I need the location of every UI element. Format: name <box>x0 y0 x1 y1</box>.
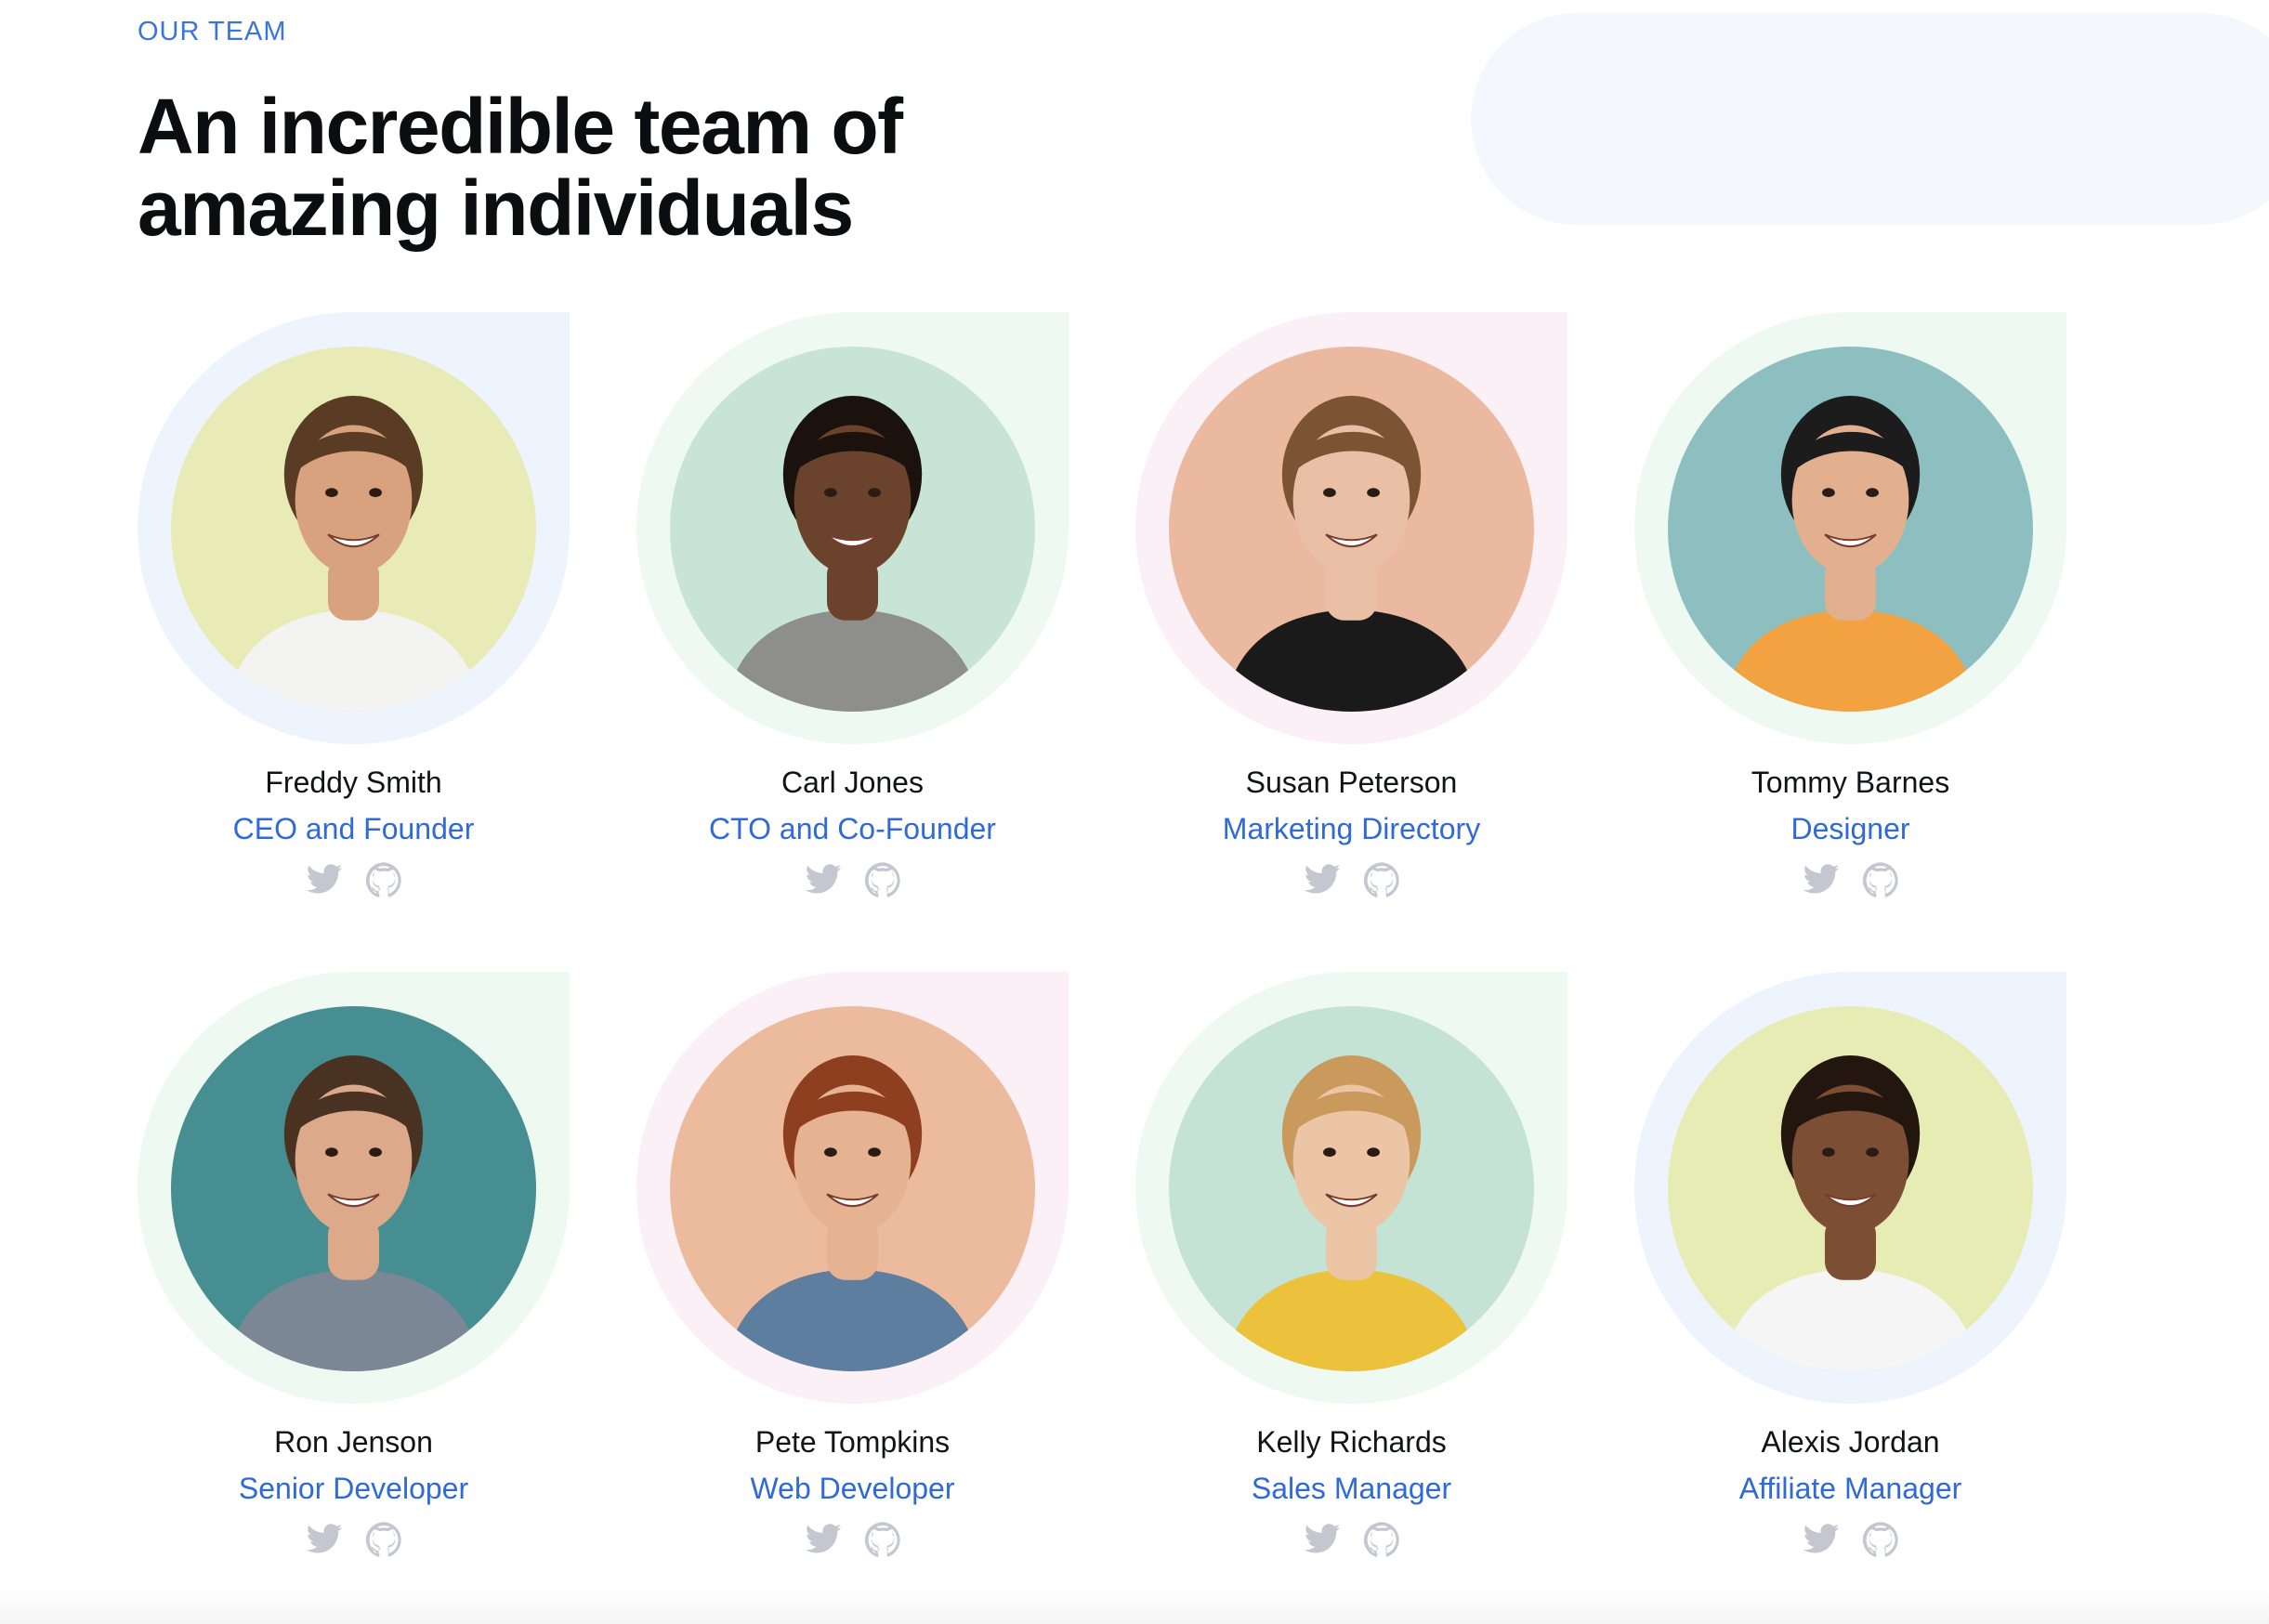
team-member-card: Kelly Richards Sales Manager <box>1135 972 1567 1568</box>
avatar-photo <box>171 347 536 712</box>
member-role[interactable]: Web Developer <box>636 1472 1069 1506</box>
team-member-card: Ron Jenson Senior Developer <box>138 972 570 1568</box>
github-icon[interactable] <box>1861 860 1900 899</box>
twitter-icon[interactable] <box>804 860 843 899</box>
member-name: Kelly Richards <box>1256 1425 1447 1459</box>
github-glyph <box>365 862 401 897</box>
github-glyph <box>1363 862 1399 897</box>
github-icon[interactable] <box>364 860 403 899</box>
member-name: Freddy Smith <box>265 766 442 799</box>
github-icon[interactable] <box>1362 1520 1401 1559</box>
social-links <box>636 860 1069 899</box>
member-role[interactable]: CEO and Founder <box>138 812 570 846</box>
twitter-icon[interactable] <box>1303 1520 1342 1559</box>
team-section: OUR TEAM An incredible team of amazing i… <box>0 0 2269 1624</box>
github-glyph <box>1363 1522 1399 1557</box>
social-links <box>636 1520 1069 1559</box>
social-links <box>1634 1520 2066 1559</box>
twitter-icon[interactable] <box>1802 1520 1841 1559</box>
social-links <box>1135 860 1567 899</box>
member-name: Alexis Jordan <box>1761 1425 1940 1459</box>
twitter-icon[interactable] <box>305 1520 344 1559</box>
social-links <box>138 1520 570 1559</box>
twitter-glyph <box>1304 1524 1340 1553</box>
github-icon[interactable] <box>1861 1520 1900 1559</box>
member-role[interactable]: Senior Developer <box>138 1472 570 1506</box>
twitter-glyph <box>805 1524 841 1553</box>
member-role[interactable]: Designer <box>1634 812 2066 846</box>
twitter-glyph <box>1803 864 1839 894</box>
github-icon[interactable] <box>364 1520 403 1559</box>
twitter-icon[interactable] <box>305 860 344 899</box>
social-links <box>138 860 570 899</box>
twitter-glyph <box>306 1524 342 1553</box>
team-member-card: Tommy Barnes Designer <box>1634 312 2066 909</box>
team-member-card: Susan Peterson Marketing Directory <box>1135 312 1567 909</box>
team-member-card: Alexis Jordan Affiliate Manager <box>1634 972 2066 1568</box>
decorative-pill <box>1471 13 2269 225</box>
page-footer-edge <box>0 1591 2269 1624</box>
team-grid: Freddy Smith CEO and Founder Carl Jones … <box>138 312 2070 1568</box>
github-icon[interactable] <box>863 860 902 899</box>
twitter-glyph <box>1304 864 1340 894</box>
twitter-glyph <box>805 864 841 894</box>
member-name: Pete Tompkins <box>754 1425 951 1459</box>
twitter-glyph <box>306 864 342 894</box>
avatar-photo <box>670 1006 1035 1371</box>
member-role[interactable]: Sales Manager <box>1135 1472 1567 1506</box>
team-member-card: Pete Tompkins Web Developer <box>636 972 1069 1568</box>
member-name: Susan Peterson <box>1245 766 1458 799</box>
social-links <box>1135 1520 1567 1559</box>
github-glyph <box>864 862 900 897</box>
section-eyebrow: OUR TEAM <box>138 17 287 46</box>
twitter-icon[interactable] <box>1303 860 1342 899</box>
social-links <box>1634 860 2066 899</box>
twitter-icon[interactable] <box>1802 860 1841 899</box>
avatar-photo <box>171 1006 536 1371</box>
member-name: Tommy Barnes <box>1751 766 1950 799</box>
github-icon[interactable] <box>1362 860 1401 899</box>
github-icon[interactable] <box>863 1520 902 1559</box>
github-glyph <box>1862 1522 1898 1557</box>
section-headline: An incredible team of amazing individual… <box>138 85 974 249</box>
twitter-icon[interactable] <box>804 1520 843 1559</box>
avatar-photo <box>1169 1006 1534 1371</box>
member-role[interactable]: CTO and Co-Founder <box>636 812 1069 846</box>
team-member-card: Carl Jones CTO and Co-Founder <box>636 312 1069 909</box>
avatar-photo <box>670 347 1035 712</box>
avatar-photo <box>1169 347 1534 712</box>
member-role[interactable]: Marketing Directory <box>1135 812 1567 846</box>
avatar-photo <box>1668 1006 2033 1371</box>
headline-line-1: An incredible team of <box>138 83 903 170</box>
github-glyph <box>864 1522 900 1557</box>
github-glyph <box>365 1522 401 1557</box>
member-name: Carl Jones <box>781 766 924 799</box>
twitter-glyph <box>1803 1524 1839 1553</box>
member-role[interactable]: Affiliate Manager <box>1634 1472 2066 1506</box>
headline-line-2: amazing individuals <box>138 164 854 252</box>
team-member-card: Freddy Smith CEO and Founder <box>138 312 570 909</box>
member-name: Ron Jenson <box>274 1425 433 1459</box>
github-glyph <box>1862 862 1898 897</box>
avatar-photo <box>1668 347 2033 712</box>
